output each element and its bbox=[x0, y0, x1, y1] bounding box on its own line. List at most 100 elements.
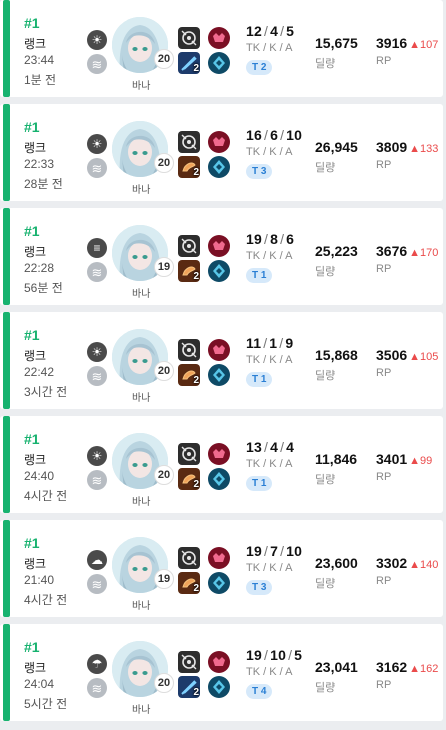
weapon-icon[interactable]: 2 bbox=[178, 52, 200, 74]
trait-sub-icon[interactable] bbox=[208, 156, 230, 178]
game-duration: 23:44 bbox=[24, 53, 55, 67]
rp-change: ▲107 bbox=[409, 39, 439, 51]
team-kills: 13 bbox=[246, 439, 262, 455]
placement-rank: #1 bbox=[24, 431, 40, 447]
rp-change: ▲99 bbox=[409, 455, 433, 467]
game-duration: 22:28 bbox=[24, 261, 55, 275]
fog-icon: ≋ bbox=[87, 262, 107, 282]
fog-icon: ≋ bbox=[87, 678, 107, 698]
rp-label: RP bbox=[376, 471, 392, 483]
trait-main-icon[interactable] bbox=[208, 651, 230, 673]
character-level-badge: 19 bbox=[154, 569, 174, 589]
rp-value: 3809 ▲133 bbox=[376, 139, 438, 155]
trait-sub-icon[interactable] bbox=[208, 52, 230, 74]
trait-main-icon[interactable] bbox=[208, 339, 230, 361]
game-mode: 랭크 bbox=[24, 453, 47, 467]
game-mode: 랭크 bbox=[24, 37, 47, 51]
game-duration: 21:40 bbox=[24, 573, 55, 587]
rp-total: 3302 bbox=[376, 555, 408, 571]
game-duration: 24:40 bbox=[24, 469, 55, 483]
kills: 4 bbox=[270, 23, 279, 39]
character-level-badge: 19 bbox=[154, 257, 174, 277]
tactical-skill-icon[interactable] bbox=[178, 443, 200, 465]
weapon-icon[interactable]: 2 bbox=[178, 468, 200, 490]
fog-icon: ≋ bbox=[87, 366, 107, 386]
tactical-skill-icon[interactable] bbox=[178, 651, 200, 673]
game-mode: 랭크 bbox=[24, 661, 47, 675]
fog-icon: ≋ bbox=[87, 470, 107, 490]
placement-rank: #1 bbox=[24, 223, 40, 239]
rp-value: 3916 ▲107 bbox=[376, 35, 438, 51]
rp-value: 3506 ▲105 bbox=[376, 347, 438, 363]
weapon-level-badge: 2 bbox=[193, 271, 199, 282]
trait-main-icon[interactable] bbox=[208, 443, 230, 465]
kills: 4 bbox=[270, 439, 279, 455]
kda-values: 11/1/9 bbox=[246, 335, 293, 351]
kda-separator: / bbox=[288, 647, 293, 663]
rp-change: ▲140 bbox=[409, 559, 439, 571]
trait-main-icon[interactable] bbox=[208, 131, 230, 153]
match-card[interactable]: #1 랭크 22:33 28분 전 ☀ ≋ 20 바나 2 16 / 6 / 1… bbox=[0, 104, 443, 201]
damage-label: 딜량 bbox=[315, 474, 336, 486]
kda-separator: / bbox=[280, 231, 285, 247]
weapon-icon[interactable]: 2 bbox=[178, 364, 200, 386]
kda-values: 16/6/10 bbox=[246, 127, 302, 143]
weapon-icon[interactable]: 2 bbox=[178, 572, 200, 594]
cloud-icon: ☁ bbox=[87, 550, 107, 570]
character-level-badge: 20 bbox=[154, 153, 174, 173]
weapon-icon[interactable]: 2 bbox=[178, 156, 200, 178]
placement-rank: #1 bbox=[24, 15, 40, 31]
tier-badge: T 3 bbox=[246, 164, 273, 179]
trait-main-icon[interactable] bbox=[208, 27, 230, 49]
tier-badge: T 1 bbox=[246, 372, 273, 387]
trait-main-icon[interactable] bbox=[208, 235, 230, 257]
win-indicator-bar bbox=[3, 520, 10, 617]
match-card[interactable]: #1 랭크 21:40 4시간 전 ☁ ≋ 19 바나 2 19 / 7 / 1… bbox=[0, 520, 443, 617]
time-ago: 1분 전 bbox=[24, 73, 57, 87]
character-level-badge: 20 bbox=[154, 465, 174, 485]
game-duration: 22:42 bbox=[24, 365, 55, 379]
team-kills: 16 bbox=[246, 127, 262, 143]
sun-icon: ☀ bbox=[87, 30, 107, 50]
damage-value: 26,945 bbox=[315, 139, 358, 155]
kda-label: TK / K / A bbox=[246, 42, 293, 54]
character-name: 바나 bbox=[132, 81, 151, 92]
trait-sub-icon[interactable] bbox=[208, 364, 230, 386]
tier-badge: T 3 bbox=[246, 580, 273, 595]
tactical-skill-icon[interactable] bbox=[178, 547, 200, 569]
match-card[interactable]: #1 랭크 24:40 4시간 전 ☀ ≋ 20 바나 2 13 / 4 / 4… bbox=[0, 416, 443, 513]
fog-icon: ≋ bbox=[87, 158, 107, 178]
kda-separator: / bbox=[263, 335, 268, 351]
weapon-icon[interactable]: 2 bbox=[178, 676, 200, 698]
tier-badge: T 1 bbox=[246, 476, 273, 491]
win-indicator-bar bbox=[3, 416, 10, 513]
kda-label: TK / K / A bbox=[246, 146, 293, 158]
time-ago: 3시간 전 bbox=[24, 385, 68, 399]
game-duration: 24:04 bbox=[24, 677, 55, 691]
trait-sub-icon[interactable] bbox=[208, 260, 230, 282]
match-card[interactable]: #1 랭크 24:04 5시간 전 ☂ ≋ 20 바나 2 19 / 10 / … bbox=[0, 624, 443, 721]
match-card[interactable]: #1 랭크 22:28 56분 전 ≡ ≋ 19 바나 2 19 / 8 / 6… bbox=[0, 208, 443, 305]
kda-values: 19/7/10 bbox=[246, 543, 302, 559]
match-card[interactable]: #1 랭크 23:44 1분 전 ☀ ≋ 20 바나 2 12 / 4 / 5 … bbox=[0, 0, 443, 97]
trait-main-icon[interactable] bbox=[208, 547, 230, 569]
damage-label: 딜량 bbox=[315, 682, 336, 694]
team-kills: 12 bbox=[246, 23, 262, 39]
sun-icon: ☀ bbox=[87, 134, 107, 154]
tactical-skill-icon[interactable] bbox=[178, 235, 200, 257]
tactical-skill-icon[interactable] bbox=[178, 27, 200, 49]
tactical-skill-icon[interactable] bbox=[178, 131, 200, 153]
placement-rank: #1 bbox=[24, 535, 40, 551]
trait-sub-icon[interactable] bbox=[208, 572, 230, 594]
trait-sub-icon[interactable] bbox=[208, 676, 230, 698]
damage-value: 15,868 bbox=[315, 347, 358, 363]
match-card[interactable]: #1 랭크 22:42 3시간 전 ☀ ≋ 20 바나 2 11 / 1 / 9… bbox=[0, 312, 443, 409]
trait-sub-icon[interactable] bbox=[208, 468, 230, 490]
weapon-icon[interactable]: 2 bbox=[178, 260, 200, 282]
assists: 10 bbox=[286, 543, 303, 559]
assists: 4 bbox=[286, 439, 295, 455]
tactical-skill-icon[interactable] bbox=[178, 339, 200, 361]
game-mode: 랭크 bbox=[24, 557, 47, 571]
kda-label: TK / K / A bbox=[246, 666, 293, 678]
fog-icon: ≋ bbox=[87, 54, 107, 74]
